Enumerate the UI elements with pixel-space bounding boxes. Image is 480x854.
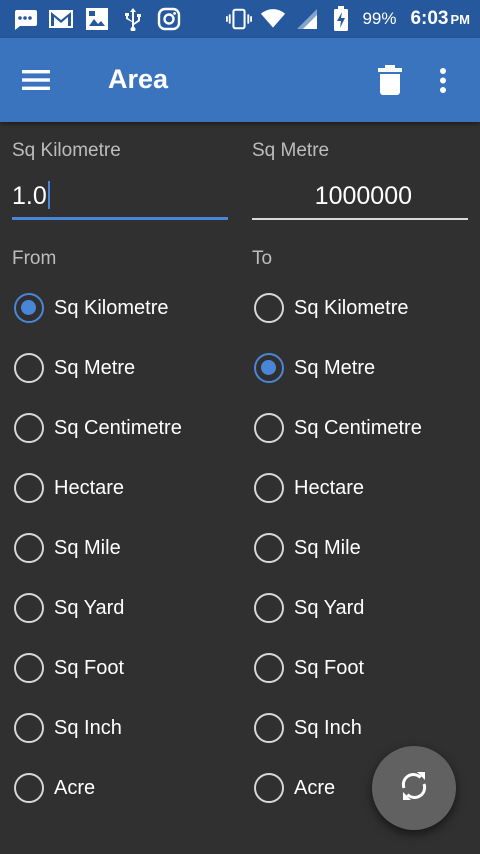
from-option-sq-kilometre[interactable]: Sq Kilometre — [14, 278, 234, 338]
signal-icon — [294, 6, 320, 32]
radio-label: Sq Kilometre — [54, 296, 169, 319]
to-option-sq-mile[interactable]: Sq Mile — [254, 518, 474, 578]
radio-button[interactable] — [14, 773, 44, 803]
radio-button[interactable] — [254, 413, 284, 443]
to-section-label: To — [252, 248, 273, 269]
gmail-icon — [48, 6, 74, 32]
radio-button[interactable] — [14, 653, 44, 683]
to-option-sq-inch[interactable]: Sq Inch — [254, 698, 474, 758]
radio-button[interactable] — [14, 473, 44, 503]
from-option-acre[interactable]: Acre — [14, 758, 234, 818]
radio-label: Sq Foot — [294, 656, 365, 679]
radio-label: Sq Yard — [54, 596, 125, 619]
status-bar: 99% 6:03 PM — [0, 0, 480, 38]
from-option-sq-inch[interactable]: Sq Inch — [14, 698, 234, 758]
from-option-sq-centimetre[interactable]: Sq Centimetre — [14, 398, 234, 458]
to-radio-group: Sq Kilometre Sq Metre Sq Centimetre Hectare… — [254, 278, 474, 818]
to-option-sq-foot[interactable]: Sq Foot — [254, 638, 474, 698]
from-unit-label: Sq Kilometre — [12, 140, 121, 161]
to-option-sq-centimetre[interactable]: Sq Centimetre — [254, 398, 474, 458]
usb-icon — [120, 6, 146, 32]
radio-label: Sq Inch — [294, 716, 362, 739]
trash-icon — [374, 65, 406, 102]
radio-button[interactable] — [254, 713, 284, 743]
from-radio-group: Sq Kilometre Sq Metre Sq Centimetre Hectare… — [14, 278, 234, 818]
to-value-output[interactable]: 1000000 — [252, 174, 468, 220]
radio-button[interactable] — [14, 593, 44, 623]
swap-refresh-icon — [397, 769, 431, 808]
radio-button[interactable] — [254, 653, 284, 683]
from-input-underline — [12, 217, 228, 220]
swap-units-button[interactable] — [372, 746, 456, 830]
battery-charging-icon — [328, 6, 354, 32]
radio-label: Hectare — [294, 476, 365, 499]
menu-button[interactable] — [20, 62, 56, 98]
to-option-sq-kilometre[interactable]: Sq Kilometre — [254, 278, 474, 338]
clock-time: 6:03 — [410, 8, 449, 29]
radio-label: Sq Inch — [54, 716, 122, 739]
from-option-sq-metre[interactable]: Sq Metre — [14, 338, 234, 398]
from-option-sq-yard[interactable]: Sq Yard — [14, 578, 234, 638]
radio-button[interactable] — [254, 773, 284, 803]
radio-button[interactable] — [254, 473, 284, 503]
to-option-sq-metre[interactable]: Sq Metre — [254, 338, 474, 398]
to-value-text: 1000000 — [314, 182, 412, 210]
radio-button[interactable] — [14, 413, 44, 443]
radio-label: Hectare — [54, 476, 125, 499]
radio-button[interactable] — [14, 353, 44, 383]
radio-label: Sq Mile — [294, 536, 361, 559]
radio-button[interactable] — [14, 713, 44, 743]
more-vert-icon — [428, 68, 458, 102]
radio-label: Sq Metre — [54, 356, 136, 379]
delete-button[interactable] — [374, 62, 406, 98]
from-section-label: From — [12, 248, 57, 269]
to-unit-label: Sq Metre — [252, 140, 330, 161]
radio-button[interactable] — [254, 533, 284, 563]
to-option-hectare[interactable]: Hectare — [254, 458, 474, 518]
radio-button[interactable] — [254, 593, 284, 623]
app-bar: Area — [0, 38, 480, 122]
from-value-text: 1.0 — [12, 182, 47, 210]
page-title: Area — [108, 64, 169, 94]
from-option-sq-mile[interactable]: Sq Mile — [14, 518, 234, 578]
to-input-underline — [252, 218, 468, 220]
radio-button[interactable] — [14, 293, 44, 323]
gallery-icon — [84, 6, 110, 32]
hamburger-menu-icon — [20, 70, 56, 102]
instagram-icon — [156, 6, 182, 32]
clock: 6:03 PM — [410, 8, 470, 30]
wifi-icon — [260, 6, 286, 32]
radio-label: Sq Mile — [54, 536, 121, 559]
from-option-sq-foot[interactable]: Sq Foot — [14, 638, 234, 698]
radio-label: Acre — [294, 776, 336, 799]
radio-label: Sq Metre — [294, 356, 376, 379]
from-option-hectare[interactable]: Hectare — [14, 458, 234, 518]
vibrate-icon — [226, 6, 253, 32]
battery-percent: 99% — [362, 9, 397, 28]
radio-label: Acre — [54, 776, 96, 799]
to-option-sq-yard[interactable]: Sq Yard — [254, 578, 474, 638]
radio-button[interactable] — [254, 353, 284, 383]
radio-button[interactable] — [254, 293, 284, 323]
message-icon — [12, 6, 38, 32]
radio-label: Sq Centimetre — [54, 416, 182, 439]
more-options-button[interactable] — [428, 62, 458, 98]
radio-label: Sq Yard — [294, 596, 365, 619]
from-value-input[interactable]: 1.0 — [12, 174, 228, 220]
text-cursor — [47, 181, 50, 210]
clock-ampm: PM — [450, 12, 471, 27]
radio-button[interactable] — [14, 533, 44, 563]
radio-label: Sq Centimetre — [294, 416, 422, 439]
radio-label: Sq Foot — [54, 656, 125, 679]
radio-label: Sq Kilometre — [294, 296, 409, 319]
